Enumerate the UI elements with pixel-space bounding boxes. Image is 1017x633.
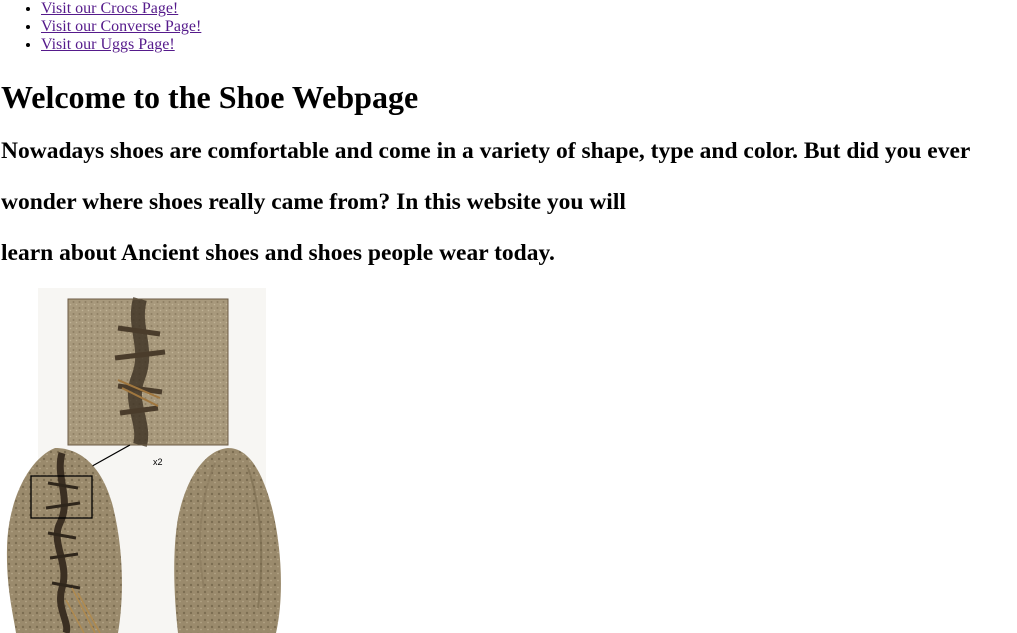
nav-link-list: Visit our Crocs Page! Visit our Converse…: [0, 0, 201, 54]
list-item: Visit our Uggs Page!: [41, 36, 201, 54]
crocs-page-link[interactable]: Visit our Crocs Page!: [41, 0, 178, 17]
intro-line-3: learn about Ancient shoes and shoes peop…: [1, 240, 555, 266]
list-item: Visit our Crocs Page!: [41, 0, 201, 18]
ancient-shoe-illustration: x2: [6, 288, 281, 633]
ancient-shoe-image: x2: [0, 288, 290, 633]
zoomed-detail-panel: [67, 297, 229, 447]
uggs-page-link[interactable]: Visit our Uggs Page!: [41, 36, 175, 53]
page-title: Welcome to the Shoe Webpage: [1, 79, 419, 115]
zoom-label: x2: [153, 457, 163, 467]
list-item: Visit our Converse Page!: [41, 18, 201, 36]
converse-page-link[interactable]: Visit our Converse Page!: [41, 18, 201, 35]
intro-line-1: Nowadays shoes are comfortable and come …: [1, 138, 971, 164]
intro-line-2: wonder where shoes really came from? In …: [1, 189, 626, 215]
